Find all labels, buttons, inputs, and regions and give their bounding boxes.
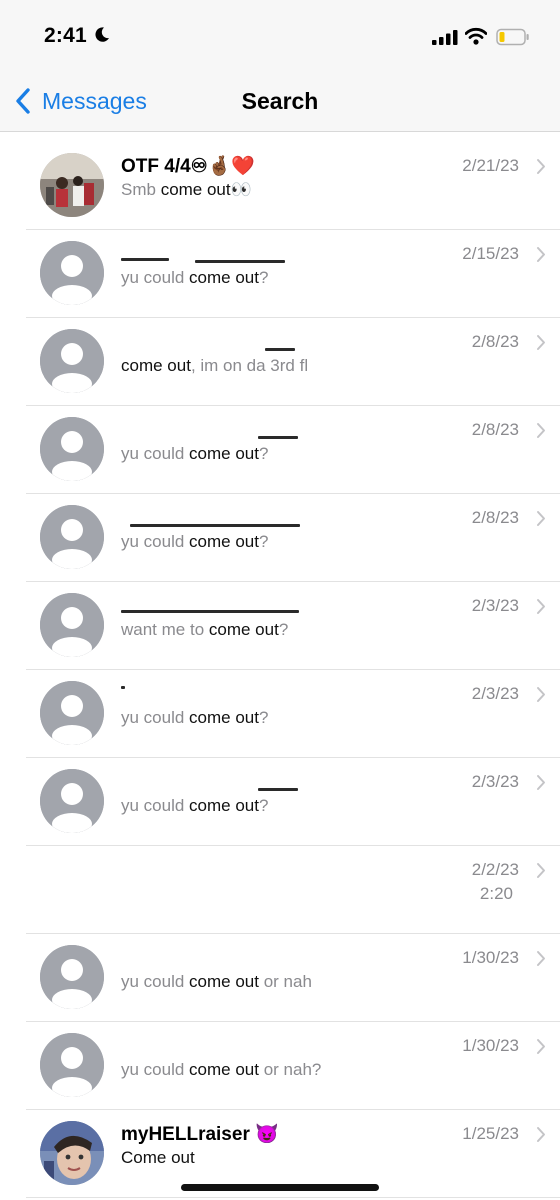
disclosure-chevron-icon: [537, 863, 545, 878]
avatar: [40, 417, 104, 481]
message-date: 2/15/23: [462, 244, 519, 263]
person-icon: [40, 769, 104, 833]
thread-row[interactable]: yu could come out? 2/3/23: [0, 670, 560, 758]
redacted-name: [258, 788, 298, 791]
avatar: [40, 241, 104, 305]
thread-row[interactable]: OTF 4/4♾🤞🏾❤️ Smb come out👀 2/21/23: [0, 142, 560, 230]
disclosure-chevron-icon: [537, 335, 545, 350]
avatar: [40, 1121, 104, 1185]
message-preview: yu could come out or nah: [121, 972, 312, 991]
message-preview: yu could come out or nah?: [121, 1060, 322, 1079]
avatar: [40, 769, 104, 833]
message-preview: Come out: [121, 1148, 195, 1167]
disclosure-chevron-icon: [537, 1127, 545, 1142]
redacted-name: [121, 258, 169, 261]
navigation-bar: Messages Search: [0, 72, 560, 132]
redacted-name: [121, 610, 299, 613]
contact-name: myHELLraiser 😈: [121, 1124, 279, 1145]
message-preview: yu could come out?: [121, 444, 269, 463]
disclosure-chevron-icon: [537, 687, 545, 702]
home-indicator[interactable]: [181, 1184, 379, 1191]
message-date: 1/30/23: [462, 948, 519, 967]
thread-row[interactable]: yu could come out? 2/15/23: [0, 230, 560, 318]
message-date: 1/25/23: [462, 1124, 519, 1143]
wifi-icon: [465, 27, 487, 45]
avatar: [40, 153, 104, 217]
avatar: [40, 945, 104, 1009]
person-icon: [40, 681, 104, 745]
redacted-name: [195, 260, 285, 263]
thread-row[interactable]: yu could come out? 2/8/23: [0, 494, 560, 582]
message-preview: yu could come out?: [121, 708, 269, 727]
message-preview: yu could come out?: [121, 796, 269, 815]
disclosure-chevron-icon: [537, 247, 545, 262]
thread-row[interactable]: yu could come out? 2/3/23: [0, 758, 560, 846]
page-title: Search: [241, 88, 319, 114]
message-date: 2/8/23: [471, 508, 519, 527]
message-date: 2/8/23: [471, 420, 519, 439]
message-preview: come out, im on da 3rd fl: [121, 356, 309, 375]
message-time: 2:20: [479, 884, 513, 903]
disclosure-chevron-icon: [537, 775, 545, 790]
message-date: 2/2/23: [471, 860, 519, 879]
redacted-name: [130, 524, 300, 527]
message-preview: yu could come out?: [121, 532, 269, 551]
disclosure-chevron-icon: [537, 423, 545, 438]
person-icon: [40, 945, 104, 1009]
message-preview: Smb come out👀: [121, 180, 252, 199]
thread-row[interactable]: yu could come out? 2/8/23: [0, 406, 560, 494]
message-date: 1/30/23: [462, 1036, 519, 1055]
contact-name: OTF 4/4♾🤞🏾❤️: [121, 156, 256, 177]
moon-icon: [95, 27, 109, 42]
disclosure-chevron-icon: [537, 1039, 545, 1054]
message-date: 2/8/23: [471, 332, 519, 351]
person-icon: [40, 241, 104, 305]
thread-row[interactable]: come out, im on da 3rd fl 2/8/23: [0, 318, 560, 406]
cellular-signal-icon: [432, 30, 458, 45]
disclosure-chevron-icon: [537, 511, 545, 526]
person-icon: [40, 1033, 104, 1097]
avatar: [40, 505, 104, 569]
redacted-name: [121, 686, 125, 689]
message-preview: want me to come out?: [121, 620, 289, 639]
person-icon: [40, 505, 104, 569]
disclosure-chevron-icon: [537, 599, 545, 614]
person-icon: [40, 329, 104, 393]
message-date: 2/3/23: [471, 596, 519, 615]
thread-row[interactable]: want me to come out? 2/3/23: [0, 582, 560, 670]
status-time: 2:41: [44, 24, 87, 47]
battery-icon: [496, 28, 529, 46]
disclosure-chevron-icon: [537, 951, 545, 966]
group-photo-avatar: [40, 153, 104, 217]
thread-row[interactable]: yu could come out or nah? 1/30/23: [0, 1022, 560, 1110]
person-icon: [40, 593, 104, 657]
thread-row[interactable]: yu could come out or nah 1/30/23: [0, 934, 560, 1022]
message-preview: yu could come out?: [121, 268, 269, 287]
avatar: [40, 329, 104, 393]
avatar: [40, 681, 104, 745]
message-date: 2/3/23: [471, 684, 519, 703]
thread-row[interactable]: 2/2/23 2:20: [0, 846, 560, 934]
person-icon: [40, 417, 104, 481]
disclosure-chevron-icon: [537, 159, 545, 174]
avatar: [40, 593, 104, 657]
redacted-name: [258, 436, 298, 439]
search-results-list: OTF 4/4♾🤞🏾❤️ Smb come out👀 2/21/23 yu co…: [0, 142, 560, 1198]
avatar: [40, 1033, 104, 1097]
message-date: 2/3/23: [471, 772, 519, 791]
message-date: 2/21/23: [462, 156, 519, 175]
status-bar: 2:41: [0, 0, 560, 72]
redacted-name: [265, 348, 295, 351]
person-photo-avatar: [40, 1121, 104, 1185]
